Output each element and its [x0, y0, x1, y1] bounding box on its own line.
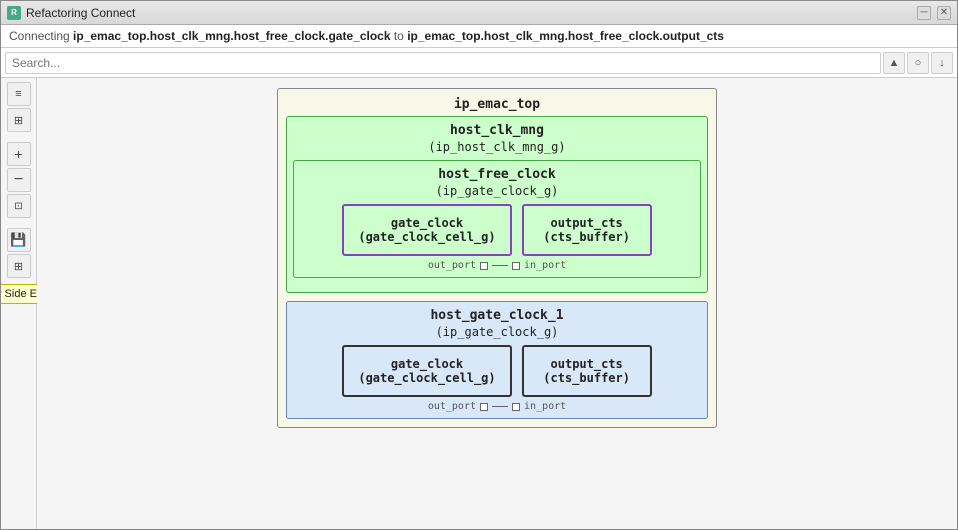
port-row-bottom: out_port in_port — [293, 401, 701, 412]
gate-clock-subtitle-top: (gate_clock_cell_g) — [358, 230, 495, 244]
toolbar-btn-down[interactable]: ↓ — [931, 52, 953, 74]
save-button[interactable]: 💾 — [7, 228, 31, 252]
port-out-square-top — [480, 262, 488, 270]
host-free-clock-subtitle: (ip_gate_clock_g) — [300, 184, 694, 198]
gate-clock-subtitle-bottom: (gate_clock_cell_g) — [358, 371, 495, 385]
host-gate-clock-title: host_gate_clock_1 — [293, 308, 701, 323]
gate-clock-title-top: gate_clock — [358, 216, 495, 230]
minimize-button[interactable]: ─ — [917, 6, 931, 20]
window-controls: ─ ✕ — [917, 6, 951, 20]
port-row-top: out_port in_port — [300, 260, 694, 271]
output-cts-title-top: output_cts — [538, 216, 636, 230]
separator-2 — [7, 220, 31, 226]
window-icon: R — [7, 6, 21, 20]
inner-boxes-row: gate_clock (gate_clock_cell_g) output_ct… — [300, 204, 694, 256]
host-gate-clock-subtitle: (ip_gate_clock_g) — [293, 325, 701, 339]
close-button[interactable]: ✕ — [937, 6, 951, 20]
port-line-top — [492, 265, 508, 266]
grid-view-button[interactable]: ⊞ — [7, 108, 31, 132]
toolbar-btn-circle[interactable]: ○ — [907, 52, 929, 74]
gate-clock-box-bottom: gate_clock (gate_clock_cell_g) — [342, 345, 511, 397]
main-area: ≡ ⊞ + − ⊡ 💾 ⊞ Show Side Effects ip_emac_… — [1, 78, 957, 529]
fit-button[interactable]: ⊡ — [7, 194, 31, 218]
host-clk-mng-subtitle: (ip_host_clk_mng_g) — [293, 140, 701, 154]
connecting-target: ip_emac_top.host_clk_mng.host_free_clock… — [407, 29, 724, 43]
port-out-square-bottom — [480, 403, 488, 411]
output-cts-subtitle-bottom: (cts_buffer) — [538, 371, 636, 385]
connecting-to: to — [391, 29, 408, 43]
inner-boxes-row-bottom: gate_clock (gate_clock_cell_g) output_ct… — [293, 345, 701, 397]
search-toolbar: ▲ ○ ↓ — [1, 48, 957, 78]
connecting-bar: Connecting ip_emac_top.host_clk_mng.host… — [1, 25, 957, 48]
toolbar-btn-up[interactable]: ▲ — [883, 52, 905, 74]
separator-1 — [7, 134, 31, 140]
gate-clock-box-top: gate_clock (gate_clock_cell_g) — [342, 204, 511, 256]
window-title: Refactoring Connect — [26, 6, 917, 20]
port-in-label-top: in_port — [524, 260, 566, 271]
connecting-prefix: Connecting — [9, 29, 73, 43]
host-gate-clock-box: host_gate_clock_1 (ip_gate_clock_g) gate… — [286, 301, 708, 419]
host-free-clock-title: host_free_clock — [300, 167, 694, 182]
port-out-label-top: out_port — [428, 260, 476, 271]
outer-box-title: ip_emac_top — [286, 97, 708, 112]
port-in-label-bottom: in_port — [524, 401, 566, 412]
connecting-source: ip_emac_top.host_clk_mng.host_free_clock… — [73, 29, 390, 43]
title-bar: R Refactoring Connect ─ ✕ — [1, 1, 957, 25]
layout-button[interactable]: ⊞ — [7, 254, 31, 278]
host-clk-mng-box: host_clk_mng (ip_host_clk_mng_g) host_fr… — [286, 116, 708, 293]
left-toolbar: ≡ ⊞ + − ⊡ 💾 ⊞ Show Side Effects — [1, 78, 37, 529]
gate-clock-title-bottom: gate_clock — [358, 357, 495, 371]
main-window: R Refactoring Connect ─ ✕ Connecting ip_… — [0, 0, 958, 530]
output-cts-subtitle-top: (cts_buffer) — [538, 230, 636, 244]
output-cts-title-bottom: output_cts — [538, 357, 636, 371]
zoom-in-button[interactable]: + — [7, 142, 31, 166]
list-view-button[interactable]: ≡ — [7, 82, 31, 106]
outer-diagram-box: ip_emac_top host_clk_mng (ip_host_clk_mn… — [277, 88, 717, 428]
port-in-square-bottom — [512, 403, 520, 411]
host-free-clock-box: host_free_clock (ip_gate_clock_g) gate_c… — [293, 160, 701, 278]
zoom-out-button[interactable]: − — [7, 168, 31, 192]
host-clk-mng-title: host_clk_mng — [293, 123, 701, 138]
port-out-label-bottom: out_port — [428, 401, 476, 412]
search-input[interactable] — [5, 52, 881, 74]
port-in-square-top — [512, 262, 520, 270]
canvas-area: ip_emac_top host_clk_mng (ip_host_clk_mn… — [37, 78, 957, 529]
output-cts-box-top: output_cts (cts_buffer) — [522, 204, 652, 256]
output-cts-box-bottom: output_cts (cts_buffer) — [522, 345, 652, 397]
port-line-bottom — [492, 406, 508, 407]
